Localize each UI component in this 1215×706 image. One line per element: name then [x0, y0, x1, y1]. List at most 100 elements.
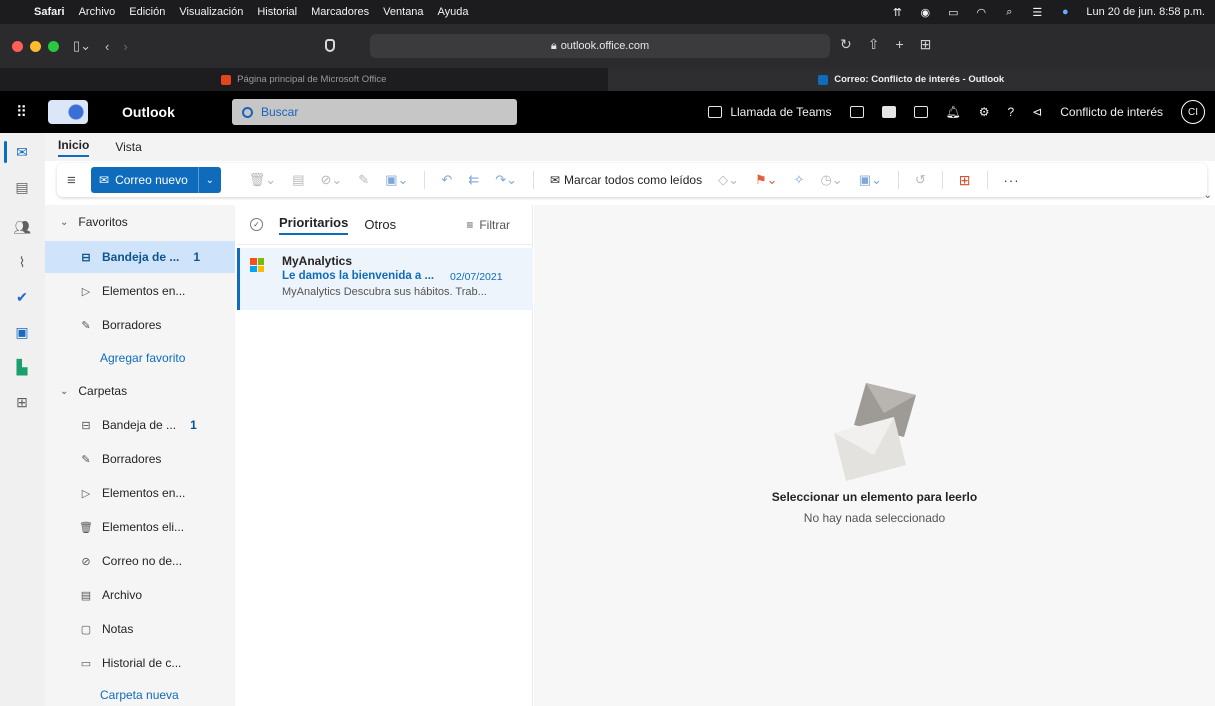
reload-icon[interactable]: ↻ — [840, 36, 852, 53]
ribbon-actions: 🗑︎⌄ ▤ ⊘⌄ ✎ ▣⌄ ↶ ⇇ ↷⌄ ✉ Marcar todos como… — [249, 171, 1020, 189]
folder-item-notes[interactable]: ▢ Notas — [45, 613, 235, 645]
tab-focused[interactable]: Prioritarios — [279, 215, 349, 235]
zoom-window-icon[interactable] — [48, 40, 59, 52]
flag-icon[interactable]: ⚑⌄ — [755, 172, 778, 188]
attachment-icon[interactable]: ⌇ — [13, 253, 31, 271]
folder-item-drafts-favorite[interactable]: ✎ Borradores — [45, 309, 235, 341]
folder-item-junk[interactable]: ⊘ Correo no de... — [45, 545, 235, 577]
add-favorite-link[interactable]: Agregar favorito — [100, 351, 185, 365]
mark-all-read-button[interactable]: ✉ Marcar todos como leídos — [550, 173, 702, 187]
calendar-icon[interactable]: ▤ — [13, 178, 31, 196]
my-day-icon[interactable] — [913, 106, 928, 118]
spotlight-icon[interactable]: ⌕ — [1002, 6, 1016, 18]
menu-marcadores[interactable]: Marcadores — [311, 6, 369, 18]
reply-icon[interactable]: ↶ — [441, 172, 452, 188]
folder-item-sent-favorite[interactable]: ▷ Elementos en... — [45, 275, 235, 307]
minimize-window-icon[interactable] — [30, 40, 41, 52]
more-options-button[interactable]: ··· — [1004, 173, 1020, 188]
screen-record-icon[interactable]: ◉ — [918, 6, 932, 19]
snooze-icon[interactable]: ◷⌄ — [820, 172, 842, 188]
outlook-favicon-icon — [818, 74, 829, 85]
avatar[interactable]: CI — [1181, 100, 1205, 124]
message-subject: Le damos la bienvenida a ... — [282, 270, 435, 282]
tab-vista[interactable]: Vista — [115, 140, 141, 154]
help-icon[interactable]: ? — [1008, 105, 1015, 119]
tab-overview-icon[interactable]: ⊞ — [920, 36, 932, 53]
browser-tab-office[interactable]: Página principal de Microsoft Office — [0, 68, 608, 91]
menu-archivo[interactable]: Archivo — [79, 6, 116, 18]
bookings-icon[interactable]: ▙ — [13, 358, 31, 376]
close-window-icon[interactable] — [12, 40, 23, 52]
report-icon[interactable]: ⊘⌄ — [320, 172, 342, 188]
sidebar-toggle-icon[interactable]: ▯⌄ — [73, 38, 91, 54]
menu-ventana[interactable]: Ventana — [383, 6, 423, 18]
battery-icon[interactable]: ▭ — [946, 6, 960, 19]
menu-ayuda[interactable]: Ayuda — [438, 6, 469, 18]
app-launcher-icon[interactable]: ⠿ — [0, 103, 44, 121]
wifi-icon[interactable]: ◠ — [974, 6, 988, 19]
reply-all-icon[interactable]: ⇇ — [468, 172, 479, 188]
new-folder-link[interactable]: Carpeta nueva — [100, 688, 179, 702]
folder-item-archive[interactable]: ▤ Archivo — [45, 579, 235, 611]
new-mail-dropdown-icon[interactable]: ⌄ — [199, 175, 221, 186]
rules-icon[interactable]: ▣⌄ — [859, 172, 882, 188]
ribbon-collapse-icon[interactable]: ⌄ — [1204, 190, 1212, 201]
folder-item-deleted[interactable]: 🗑︎ Elementos eli... — [45, 511, 235, 543]
tag-icon[interactable]: ◇⌄ — [718, 172, 739, 188]
app-title[interactable]: Outlook — [122, 104, 232, 120]
menu-visualizacion[interactable]: Visualización — [179, 6, 243, 18]
people-icon[interactable]: 👥︎ — [13, 218, 31, 236]
forward-icon[interactable]: ↷⌄ — [495, 172, 517, 188]
tab-other[interactable]: Otros — [364, 217, 396, 232]
send-icon: ▷ — [81, 487, 91, 500]
menubar-clock[interactable]: Lun 20 de jun. 8:58 p.m. — [1086, 6, 1205, 18]
todo-icon[interactable]: ✔ — [13, 288, 31, 306]
new-tab-icon[interactable]: + — [895, 36, 903, 53]
sweep-icon[interactable]: ✎ — [358, 172, 369, 188]
privacy-shield-icon[interactable] — [325, 39, 335, 52]
hamburger-menu-icon[interactable]: ≡ — [67, 172, 81, 189]
tab-inicio[interactable]: Inicio — [58, 138, 90, 157]
folders-section-header[interactable]: ⌄ Carpetas — [60, 384, 127, 398]
filter-button[interactable]: ≡ Filtrar — [466, 218, 510, 232]
control-center-icon[interactable]: ☰ — [1030, 6, 1044, 19]
delete-icon[interactable]: 🗑︎⌄ — [249, 172, 276, 188]
select-all-check-icon[interactable]: ✓ — [250, 218, 263, 231]
siri-icon[interactable]: ● — [1058, 6, 1072, 18]
forward-icon[interactable]: › — [123, 39, 127, 54]
apps-icon[interactable]: ⊞ — [959, 172, 971, 189]
move-to-icon[interactable]: ▣⌄ — [385, 172, 408, 188]
address-bar[interactable]: 🔒︎ outlook.office.com — [370, 34, 830, 58]
browser-tab-outlook[interactable]: Correo: Conflicto de interés - Outlook — [607, 68, 1215, 91]
settings-gear-icon[interactable]: ⚙ — [979, 105, 990, 119]
archive-icon[interactable]: ▤ — [292, 172, 304, 188]
menu-safari[interactable]: Safari — [34, 6, 65, 18]
undo-icon[interactable]: ↺ — [915, 172, 926, 188]
yammer-icon[interactable]: ▣ — [13, 323, 31, 341]
folder-item-inbox[interactable]: ⊟ Bandeja de ... 1 — [45, 409, 235, 441]
notifications-bell-icon[interactable]: 🔔︎ — [946, 105, 961, 119]
more-apps-icon[interactable]: ⊞ — [13, 393, 31, 411]
chat-icon[interactable] — [849, 106, 864, 118]
new-mail-main[interactable]: ✉ Correo nuevo — [91, 167, 199, 193]
mail-icon[interactable]: ✉ — [13, 143, 31, 161]
pin-icon[interactable]: ✧ — [794, 172, 805, 188]
teams-call-button[interactable]: Llamada de Teams — [708, 105, 832, 119]
account-name[interactable]: Conflicto de interés — [1060, 105, 1163, 119]
favorites-section-header[interactable]: ⌄ Favoritos — [60, 215, 128, 229]
microsoft-logo-icon — [250, 258, 264, 272]
menu-edicion[interactable]: Edición — [129, 6, 165, 18]
share-icon[interactable]: ⇧ — [868, 36, 880, 53]
extension-icon[interactable]: ⇈ — [890, 6, 904, 19]
folder-item-sent[interactable]: ▷ Elementos en... — [45, 477, 235, 509]
folder-item-drafts[interactable]: ✎ Borradores — [45, 443, 235, 475]
new-mail-button[interactable]: ✉ Correo nuevo ⌄ — [91, 167, 221, 193]
search-box[interactable]: Buscar — [232, 99, 517, 125]
menu-historial[interactable]: Historial — [257, 6, 297, 18]
feedback-icon[interactable]: ⊲ — [1032, 105, 1042, 119]
folder-item-inbox-favorite[interactable]: ⊟ Bandeja de ... 1 — [45, 241, 235, 273]
message-item[interactable]: MyAnalytics Le damos la bienvenida a ...… — [237, 248, 533, 310]
onenote-feed-icon[interactable] — [881, 106, 896, 118]
folder-item-history[interactable]: ▭ Historial de c... — [45, 647, 235, 679]
back-icon[interactable]: ‹ — [105, 39, 109, 54]
